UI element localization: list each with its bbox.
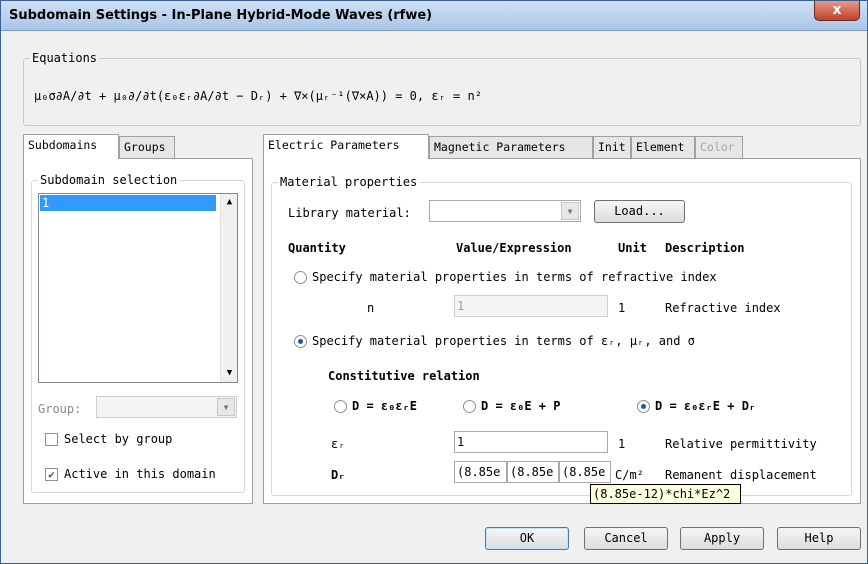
library-material-select[interactable]: ▼ (429, 200, 581, 222)
tab-magnetic-parameters[interactable]: Magnetic Parameters (429, 136, 593, 158)
column-quantity: Quantity (288, 241, 346, 255)
relation-radio-2[interactable] (463, 400, 476, 413)
n-unit: 1 (618, 301, 626, 315)
chevron-down-icon: ▼ (217, 398, 235, 416)
active-domain-label: Active in this domain (64, 467, 216, 481)
help-button[interactable]: Help (777, 527, 861, 550)
eps-input[interactable]: 1 (454, 431, 608, 453)
relation-radio-1[interactable] (334, 400, 347, 413)
refractive-index-radio[interactable] (294, 271, 307, 284)
close-button[interactable]: x (814, 1, 860, 21)
tab-init[interactable]: Init (593, 136, 631, 158)
equations-group: Equations μ₀σ∂A/∂t + μ₀∂/∂t(ε₀εᵣ∂A/∂t − … (23, 51, 861, 126)
group-select[interactable]: ▼ (96, 396, 237, 418)
relation-radio-3[interactable] (637, 400, 650, 413)
left-tab-strip: Subdomains Groups (23, 134, 253, 159)
apply-button[interactable]: Apply (680, 527, 764, 550)
title-bar[interactable]: Subdomain Settings - In-Plane Hybrid-Mod… (1, 1, 867, 31)
right-tab-strip: Electric Parameters Magnetic Parameters … (263, 134, 863, 159)
tab-electric-parameters[interactable]: Electric Parameters (263, 134, 429, 159)
constitutive-relation-heading: Constitutive relation (328, 369, 480, 383)
dr-unit: C/m² (615, 468, 644, 482)
active-domain-checkbox[interactable]: ✔ (45, 468, 58, 481)
column-description: Description (665, 241, 745, 255)
scroll-up-icon[interactable]: ▲ (221, 194, 238, 211)
equations-heading: Equations (30, 51, 100, 65)
eps-mu-sigma-option-label: Specify material properties in terms of … (312, 334, 695, 348)
refractive-index-option-label: Specify material properties in terms of … (312, 270, 717, 284)
tab-element[interactable]: Element (631, 136, 695, 158)
equation-text: μ₀σ∂A/∂t + μ₀∂/∂t(ε₀εᵣ∂A/∂t − Dᵣ) + ∇×(μ… (34, 89, 482, 103)
scroll-down-icon[interactable]: ▼ (221, 365, 238, 382)
eps-label: εᵣ (331, 437, 346, 451)
material-properties-heading: Material properties (278, 175, 420, 189)
dr-label: Dᵣ (331, 468, 346, 482)
tab-subdomains[interactable]: Subdomains (23, 134, 119, 159)
close-icon: x (832, 2, 842, 18)
ok-button[interactable]: OK (485, 527, 569, 550)
tab-groups[interactable]: Groups (119, 136, 175, 158)
dr-description: Remanent displacement (665, 468, 817, 482)
n-description: Refractive index (665, 301, 781, 315)
column-value: Value/Expression (456, 241, 572, 255)
subdomain-list[interactable]: 1 ▲ ▼ (38, 193, 238, 383)
list-item[interactable]: 1 (40, 195, 216, 211)
column-unit: Unit (618, 241, 647, 255)
library-material-label: Library material: (288, 206, 411, 220)
eps-mu-sigma-radio[interactable] (294, 335, 307, 348)
cancel-button[interactable]: Cancel (584, 527, 668, 550)
select-by-group-checkbox[interactable] (45, 433, 58, 446)
expression-tooltip: (8.85e-12)*chi*Ez^2 (590, 484, 741, 504)
dr-z-input[interactable]: (8.85e (559, 461, 611, 483)
relation-label-2: D = ε₀E + P (481, 399, 561, 413)
window-title: Subdomain Settings - In-Plane Hybrid-Mod… (9, 8, 433, 23)
relation-label-1: D = ε₀εᵣE (352, 399, 418, 413)
relation-label-3: D = ε₀εᵣE + Dᵣ (655, 399, 757, 413)
group-label: Group: (38, 402, 82, 416)
eps-unit: 1 (618, 437, 626, 451)
dr-x-input[interactable]: (8.85e (454, 461, 507, 483)
list-scrollbar[interactable]: ▲ ▼ (220, 194, 237, 382)
subdomain-settings-dialog: Subdomain Settings - In-Plane Hybrid-Mod… (0, 0, 868, 564)
eps-description: Relative permittivity (665, 437, 817, 451)
tab-color: Color (695, 136, 743, 158)
n-label: n (367, 301, 375, 315)
dr-y-input[interactable]: (8.85e (507, 461, 559, 483)
select-by-group-label: Select by group (64, 432, 173, 446)
n-input[interactable]: 1 (454, 295, 608, 317)
subdomain-selection-heading: Subdomain selection (38, 173, 180, 187)
chevron-down-icon: ▼ (561, 202, 579, 220)
load-button[interactable]: Load... (594, 200, 685, 223)
